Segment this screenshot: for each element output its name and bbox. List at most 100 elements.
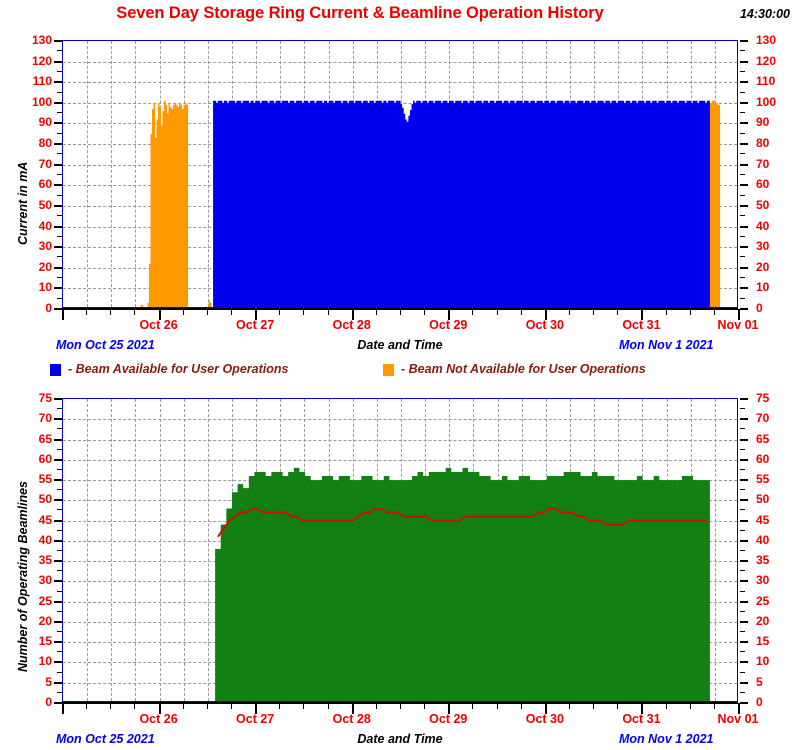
series-area-segment [709, 100, 721, 307]
y-tick-label: 40 [756, 532, 770, 547]
y-tick-label: 60 [756, 177, 770, 192]
y-tick-label: 55 [756, 472, 770, 487]
y-tick-mark [740, 681, 748, 684]
y-tick-mark [54, 40, 62, 42]
y-tick-mark [740, 122, 748, 125]
y-tick-mark [740, 266, 748, 269]
x-tick-mark-minor [520, 309, 522, 315]
series-area-segment [208, 300, 212, 307]
x-tick-label: Oct 26 [139, 712, 178, 726]
y-tick-mark-minor [740, 194, 745, 196]
page-title: Seven Day Storage Ring Current & Beamlin… [116, 4, 604, 22]
series-area [215, 467, 710, 701]
y-tick-mark-minor [57, 651, 62, 653]
y-tick-mark [54, 539, 62, 542]
x-tick-label: Oct 27 [236, 712, 275, 726]
y-tick-mark [54, 580, 62, 583]
x-tick-mark-minor [110, 703, 112, 709]
y-tick-mark [54, 418, 62, 421]
y-tick-label: 20 [38, 259, 52, 274]
chart-series-svg [140, 100, 721, 307]
y-tick-mark-minor [740, 570, 745, 572]
y-tick-mark [740, 539, 748, 542]
y-tick-mark [740, 60, 748, 63]
chart2-plot-area[interactable] [62, 398, 738, 702]
y-tick-mark-minor [740, 448, 745, 450]
legend-swatch-beam-available [50, 364, 61, 376]
y-tick-mark [54, 560, 62, 563]
y-tick-mark-minor [740, 691, 745, 693]
x-tick-mark-minor [496, 309, 498, 315]
y-tick-mark-minor [740, 590, 745, 592]
y-tick-mark-minor [57, 112, 62, 114]
x-tick-mark-minor [279, 309, 281, 315]
y-tick-mark [54, 641, 62, 644]
y-tick-mark [54, 163, 62, 166]
y-tick-mark-minor [740, 550, 745, 551]
y-tick-label: 50 [756, 492, 770, 507]
y-tick-mark-minor [57, 610, 62, 612]
y-tick-mark [740, 661, 748, 664]
x-tick-mark-minor [713, 309, 715, 315]
x-tick-mark-minor [617, 703, 619, 709]
y-tick-label: 10 [756, 280, 770, 295]
series-area [213, 100, 710, 307]
chart1-plot-area[interactable] [62, 40, 738, 308]
y-tick-label: 110 [32, 74, 52, 89]
x-tick-label: Oct 28 [332, 712, 371, 726]
y-tick-mark-minor [57, 194, 62, 196]
y-tick-mark-minor [57, 70, 62, 72]
y-tick-mark-minor [740, 132, 745, 134]
chart1-x-axis-title: Date and Time [357, 338, 443, 352]
y-tick-label: 5 [756, 674, 763, 689]
y-tick-label: 130 [756, 33, 777, 47]
y-tick-mark [54, 287, 62, 290]
y-tick-mark-minor [57, 235, 62, 237]
y-tick-mark [740, 479, 748, 482]
x-tick-mark-major [62, 309, 64, 320]
x-tick-label: Oct 30 [525, 712, 564, 726]
y-tick-mark-minor [57, 529, 62, 531]
y-tick-mark-minor [57, 277, 62, 279]
x-tick-mark-minor [569, 309, 570, 315]
x-tick-mark-minor [424, 309, 426, 315]
y-tick-label: 40 [756, 218, 770, 233]
legend-label-beam-available: - Beam Available for User Operations [68, 362, 289, 376]
y-tick-mark [54, 438, 62, 441]
y-tick-label: 100 [31, 94, 52, 109]
y-tick-label: 0 [45, 695, 52, 709]
y-tick-mark [54, 458, 62, 461]
y-tick-mark [740, 308, 748, 310]
y-tick-mark-minor [740, 174, 745, 175]
y-tick-mark-minor [57, 631, 62, 633]
y-tick-label: 20 [756, 613, 770, 628]
y-tick-mark [740, 101, 748, 104]
x-tick-mark-minor [327, 309, 329, 315]
y-tick-mark [740, 143, 748, 146]
y-tick-mark-minor [57, 50, 62, 52]
y-tick-mark [54, 266, 62, 269]
x-tick-label: Oct 29 [429, 318, 468, 332]
x-tick-mark-minor [569, 703, 570, 709]
y-tick-mark [54, 702, 62, 704]
y-tick-mark-minor [57, 468, 62, 470]
y-tick-mark-minor [740, 112, 745, 114]
y-tick-mark [54, 246, 62, 249]
y-tick-label: 90 [756, 115, 770, 130]
y-tick-label: 45 [756, 512, 770, 527]
y-tick-mark-minor [57, 570, 62, 572]
x-tick-mark-minor [303, 309, 305, 315]
y-tick-label: 60 [756, 451, 770, 466]
y-tick-mark [54, 143, 62, 146]
y-tick-label: 10 [38, 280, 52, 295]
y-tick-label: 25 [756, 593, 770, 608]
y-tick-label: 0 [45, 301, 52, 315]
y-tick-mark-minor [57, 691, 62, 693]
x-tick-label: Oct 27 [236, 318, 275, 332]
y-tick-mark [740, 702, 748, 704]
x-tick-mark-minor [231, 703, 232, 709]
x-tick-mark-minor [86, 703, 88, 709]
y-tick-label: 90 [38, 115, 52, 130]
y-tick-mark-minor [740, 297, 745, 299]
y-tick-mark-minor [740, 91, 745, 93]
